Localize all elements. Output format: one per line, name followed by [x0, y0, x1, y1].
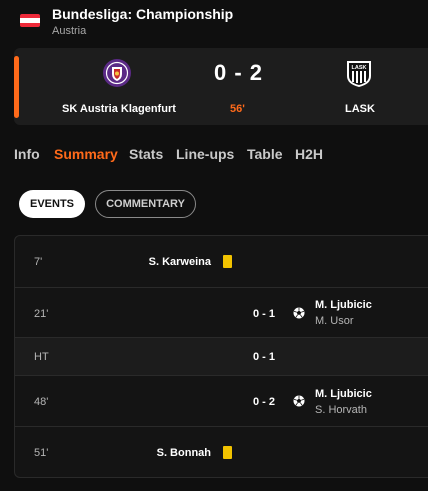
goal-scorer[interactable]: M. Ljubicic: [315, 299, 372, 311]
event-score: 0 - 2: [253, 396, 276, 408]
event-minute: 51': [34, 447, 49, 459]
live-indicator-bar: [14, 56, 19, 118]
tab-info[interactable]: Info: [14, 146, 40, 162]
event-minute: 7': [34, 256, 43, 268]
league-country: Austria: [52, 25, 87, 37]
event-minute: 21': [34, 308, 49, 320]
event-row[interactable]: 51' S. Bonnah: [15, 426, 428, 477]
match-scoreboard: LASK 0 - 2 SK Austria Klagenfurt 56' LAS…: [14, 48, 428, 125]
austria-flag-icon: [20, 14, 40, 27]
event-row[interactable]: 21' 0 - 1 M. Ljubicic M. Usor: [15, 287, 428, 337]
tab-h2h[interactable]: H2H: [295, 146, 323, 162]
event-score: 0 - 1: [253, 308, 276, 320]
goal-scorer[interactable]: M. Ljubicic: [315, 388, 372, 400]
league-header[interactable]: Bundesliga: Championship Austria: [0, 0, 428, 44]
match-minute: 56': [230, 103, 245, 115]
home-team-name[interactable]: SK Austria Klagenfurt: [62, 103, 176, 115]
event-minute: 48': [34, 396, 49, 408]
half-time-score: 0 - 1: [253, 351, 276, 363]
tab-summary[interactable]: Summary: [54, 146, 118, 162]
away-team-name[interactable]: LASK: [345, 103, 375, 115]
tab-stats[interactable]: Stats: [129, 146, 163, 162]
goal-assist[interactable]: S. Horvath: [315, 404, 367, 416]
events-filter-button[interactable]: EVENTS: [19, 190, 85, 218]
austria-klagenfurt-crest-icon[interactable]: [102, 58, 132, 88]
league-title[interactable]: Bundesliga: Championship: [52, 6, 233, 22]
football-icon: [293, 395, 305, 407]
event-player[interactable]: S. Karweina: [149, 256, 211, 268]
match-tabs: Info Summary Stats Line-ups Table H2H: [0, 146, 428, 168]
events-list: 7' S. Karweina 21' 0 - 1 M. Ljubicic M. …: [14, 235, 428, 478]
event-player[interactable]: S. Bonnah: [157, 447, 211, 459]
svg-text:LASK: LASK: [352, 65, 367, 71]
commentary-filter-button[interactable]: COMMENTARY: [95, 190, 196, 218]
half-time-row: HT 0 - 1: [15, 337, 428, 375]
match-score: 0 - 2: [214, 60, 264, 85]
event-row[interactable]: 48' 0 - 2 M. Ljubicic S. Horvath: [15, 375, 428, 426]
yellow-card-icon: [223, 255, 232, 268]
yellow-card-icon: [223, 446, 232, 459]
goal-assist[interactable]: M. Usor: [315, 315, 354, 327]
tab-line-ups[interactable]: Line-ups: [176, 146, 234, 162]
event-minute: HT: [34, 351, 49, 363]
football-icon: [293, 307, 305, 319]
event-row[interactable]: 7' S. Karweina: [15, 236, 428, 287]
lask-crest-icon[interactable]: LASK: [344, 58, 374, 88]
tab-table[interactable]: Table: [247, 146, 283, 162]
